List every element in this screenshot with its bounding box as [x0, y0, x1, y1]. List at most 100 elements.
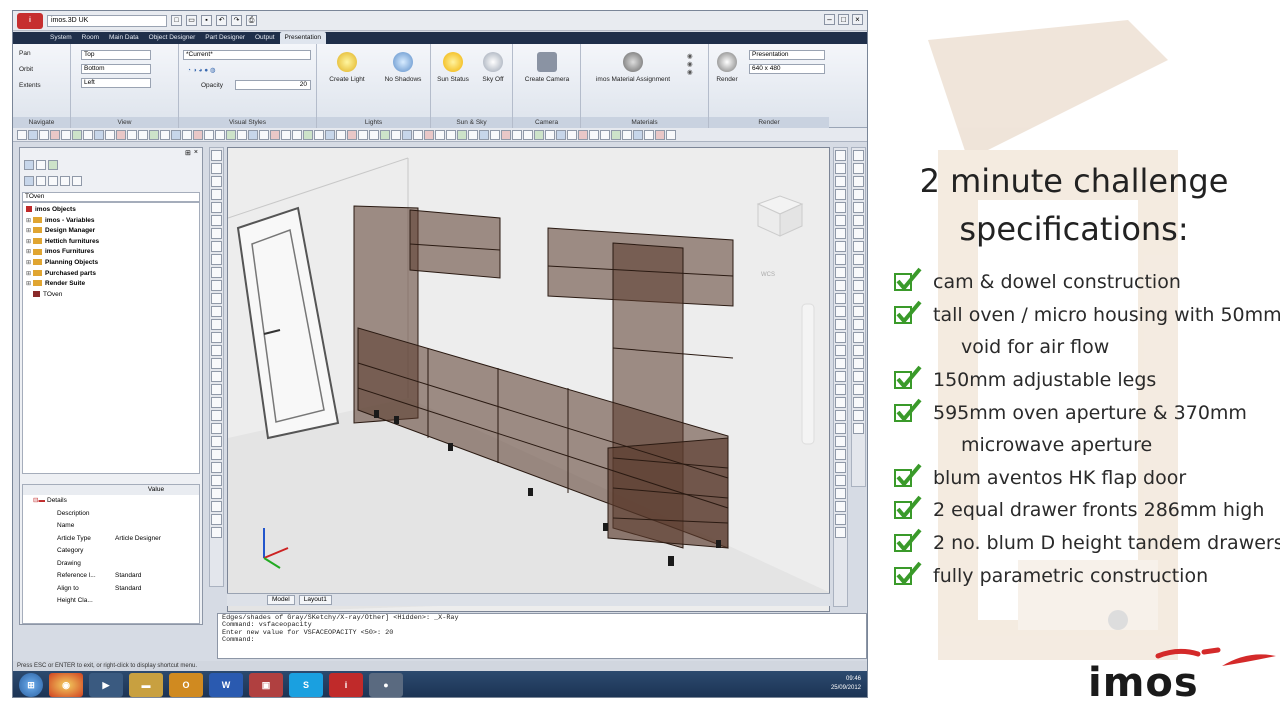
tool-icon[interactable] — [138, 129, 148, 140]
view-icon[interactable] — [36, 176, 46, 186]
tool-icon[interactable] — [94, 129, 104, 140]
tool-icon[interactable] — [211, 163, 222, 174]
tree-item[interactable]: ⊞ Purchased parts — [26, 269, 196, 280]
command-prompt[interactable]: Command: — [222, 636, 862, 644]
view-bottom-combo[interactable]: Bottom — [81, 64, 151, 74]
tool-icon[interactable] — [835, 462, 846, 473]
tool-icon[interactable] — [270, 129, 280, 140]
tool-icon[interactable] — [17, 129, 27, 140]
tool-icon[interactable] — [211, 358, 222, 369]
view-icon[interactable] — [24, 176, 34, 186]
tool-icon[interactable] — [211, 449, 222, 460]
tool-icon[interactable] — [211, 189, 222, 200]
tool-icon[interactable] — [211, 475, 222, 486]
tool-icon[interactable] — [336, 129, 346, 140]
media-player-icon[interactable]: ▶ — [89, 673, 123, 697]
new-icon[interactable]: □ — [171, 15, 182, 26]
tool-icon[interactable] — [556, 129, 566, 140]
tool-icon[interactable] — [72, 129, 82, 140]
tool-icon[interactable] — [211, 462, 222, 473]
tool-icon[interactable] — [127, 129, 137, 140]
tool-icon[interactable] — [259, 129, 269, 140]
app-icon[interactable]: ▣ — [249, 673, 283, 697]
orbit-button[interactable]: Orbit — [19, 66, 33, 73]
command-line[interactable]: Edges/shades of Gray/SKetchy/X-ray/Other… — [217, 613, 867, 659]
tool-icon[interactable] — [358, 129, 368, 140]
tool-icon[interactable] — [835, 150, 846, 161]
camera-app-icon[interactable]: ● — [369, 673, 403, 697]
tool-icon[interactable] — [835, 267, 846, 278]
tool-icon[interactable] — [835, 475, 846, 486]
search-input[interactable]: TOven — [22, 192, 200, 202]
tool-icon[interactable] — [835, 176, 846, 187]
print-icon[interactable]: ⎙ — [246, 15, 257, 26]
tree-item[interactable]: ⊞ Design Manager — [26, 226, 196, 237]
tool-icon[interactable] — [211, 176, 222, 187]
tool-icon[interactable] — [50, 129, 60, 140]
tool-icon[interactable] — [853, 410, 864, 421]
tool-icon[interactable] — [314, 129, 324, 140]
tool-icon[interactable] — [853, 228, 864, 239]
tool-icon[interactable] — [457, 129, 467, 140]
tool-icon[interactable] — [835, 241, 846, 252]
imos-taskbar-icon[interactable]: i — [329, 673, 363, 697]
maximize-icon[interactable]: □ — [838, 14, 849, 25]
tool-icon[interactable] — [523, 129, 533, 140]
tool-icon[interactable] — [835, 319, 846, 330]
tool-icon[interactable] — [835, 384, 846, 395]
prop-row[interactable]: Align to Standard — [23, 583, 199, 596]
application-menu-button[interactable]: i — [17, 12, 43, 29]
tool-icon[interactable] — [835, 163, 846, 174]
tool-icon[interactable] — [211, 345, 222, 356]
tool-icon[interactable] — [633, 129, 643, 140]
tool-icon[interactable] — [835, 306, 846, 317]
tool-icon[interactable] — [622, 129, 632, 140]
tool-icon[interactable] — [853, 241, 864, 252]
render-size-combo[interactable]: 640 x 480 — [749, 64, 825, 74]
tool-icon[interactable] — [655, 129, 665, 140]
tool-icon[interactable] — [211, 488, 222, 499]
tool-icon[interactable] — [853, 202, 864, 213]
tool-icon[interactable] — [211, 423, 222, 434]
tool-icon[interactable] — [578, 129, 588, 140]
tool-icon[interactable] — [211, 215, 222, 226]
tab-main-data[interactable]: Main Data — [104, 32, 144, 44]
navigation-bar[interactable] — [801, 303, 815, 445]
tree-item[interactable]: ⊞ imos Furnitures — [26, 247, 196, 258]
chrome-icon[interactable]: ◉ — [49, 673, 83, 697]
material-small-icons[interactable]: ◉ ◉ ◉ — [687, 52, 693, 76]
tool-icon[interactable] — [835, 202, 846, 213]
tool-icon[interactable] — [248, 129, 258, 140]
tool-icon[interactable] — [666, 129, 676, 140]
tool-icon[interactable] — [171, 129, 181, 140]
tab-icon-objects[interactable] — [24, 160, 34, 170]
tool-icon[interactable] — [446, 129, 456, 140]
tool-icon[interactable] — [853, 267, 864, 278]
create-light-button[interactable]: Create Light — [317, 52, 377, 83]
tool-icon[interactable] — [402, 129, 412, 140]
tool-icon[interactable] — [215, 129, 225, 140]
tool-icon[interactable] — [835, 501, 846, 512]
view-icon[interactable] — [48, 176, 58, 186]
create-camera-button[interactable]: Create Camera — [517, 52, 577, 83]
tool-icon[interactable] — [347, 129, 357, 140]
extents-button[interactable]: Extents — [19, 82, 41, 89]
view-left-combo[interactable]: Left — [81, 78, 151, 88]
tree-item[interactable]: imos Objects — [26, 205, 196, 216]
tree-item[interactable]: ⊞ Render Suite — [26, 279, 196, 290]
tool-icon[interactable] — [835, 449, 846, 460]
tool-icon[interactable] — [835, 293, 846, 304]
tool-icon[interactable] — [545, 129, 555, 140]
tool-icon[interactable] — [424, 129, 434, 140]
prop-row[interactable]: Reference l... Standard — [23, 570, 199, 583]
tree-item[interactable]: ⊞ imos - Variables — [26, 216, 196, 227]
tool-icon[interactable] — [211, 436, 222, 447]
tool-icon[interactable] — [281, 129, 291, 140]
tool-icon[interactable] — [211, 280, 222, 291]
tool-icon[interactable] — [853, 345, 864, 356]
tool-icon[interactable] — [853, 397, 864, 408]
opacity-slider[interactable]: 20 — [235, 80, 311, 90]
tool-icon[interactable] — [211, 267, 222, 278]
tool-icon[interactable] — [853, 384, 864, 395]
tool-icon[interactable] — [116, 129, 126, 140]
